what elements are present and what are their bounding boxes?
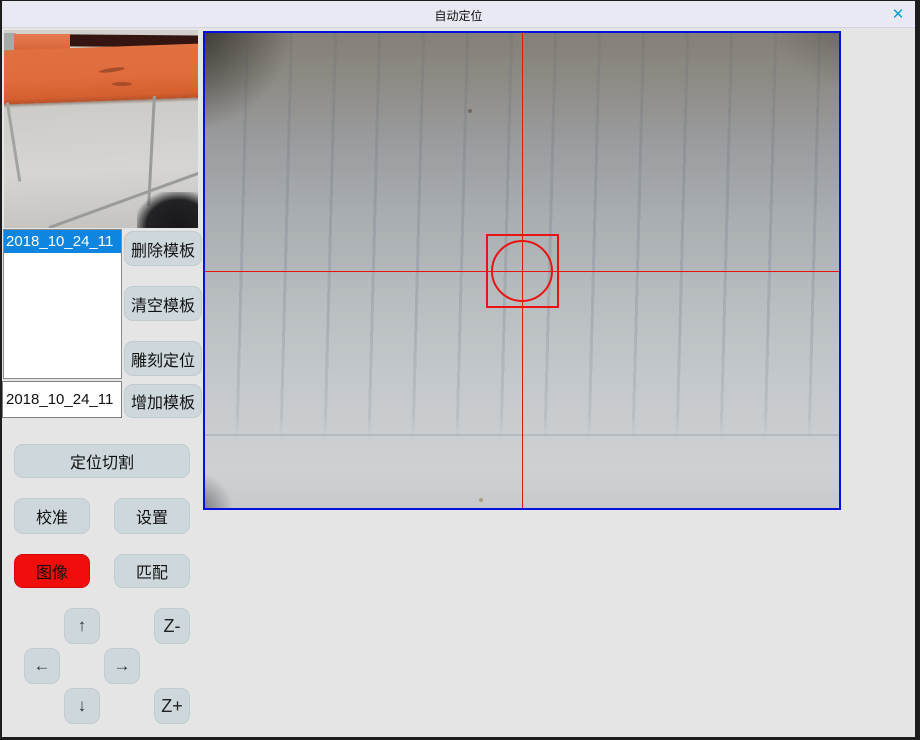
jog-up-button[interactable]: ↑ — [64, 608, 100, 644]
clear-templates-button[interactable]: 清空模板 — [124, 286, 202, 321]
image-button[interactable]: 图像 — [14, 554, 90, 588]
camera-view[interactable] — [203, 31, 841, 510]
settings-button[interactable]: 设置 — [114, 498, 190, 534]
delete-template-button[interactable]: 删除模板 — [124, 231, 202, 266]
preview-plank-spot — [112, 82, 132, 86]
jog-z-plus-button[interactable]: Z+ — [154, 688, 190, 724]
position-cut-button[interactable]: 定位切割 — [14, 444, 190, 478]
image-speck — [468, 109, 472, 113]
preview-dark-object — [137, 192, 198, 228]
jog-right-button[interactable]: → — [104, 648, 140, 684]
camera-image — [205, 33, 839, 508]
calibrate-button[interactable]: 校准 — [14, 498, 90, 534]
add-template-button[interactable]: 增加模板 — [124, 384, 202, 418]
jog-left-button[interactable]: ← — [24, 648, 60, 684]
list-item[interactable]: 2018_10_24_11 — [4, 230, 121, 253]
engrave-position-button[interactable]: 雕刻定位 — [124, 341, 202, 376]
jog-down-button[interactable]: ↓ — [64, 688, 100, 724]
image-speck — [479, 498, 483, 502]
template-preview-image — [4, 30, 198, 228]
auto-position-window: 自动定位 ✕ 2018_10_24_11 删除模板 清空模板 雕刻定位 增加模板… — [0, 0, 920, 740]
titlebar[interactable]: 自动定位 ✕ — [2, 1, 915, 28]
template-name-input[interactable] — [2, 381, 122, 418]
template-list[interactable]: 2018_10_24_11 — [3, 229, 122, 379]
jog-z-minus-button[interactable]: Z- — [154, 608, 190, 644]
match-region-circle — [491, 240, 553, 302]
match-button[interactable]: 匹配 — [114, 554, 190, 588]
preview-tile-grout — [6, 102, 21, 181]
preview-orange-plank — [4, 43, 198, 104]
close-icon[interactable]: ✕ — [888, 5, 908, 25]
window-title: 自动定位 — [2, 7, 915, 24]
